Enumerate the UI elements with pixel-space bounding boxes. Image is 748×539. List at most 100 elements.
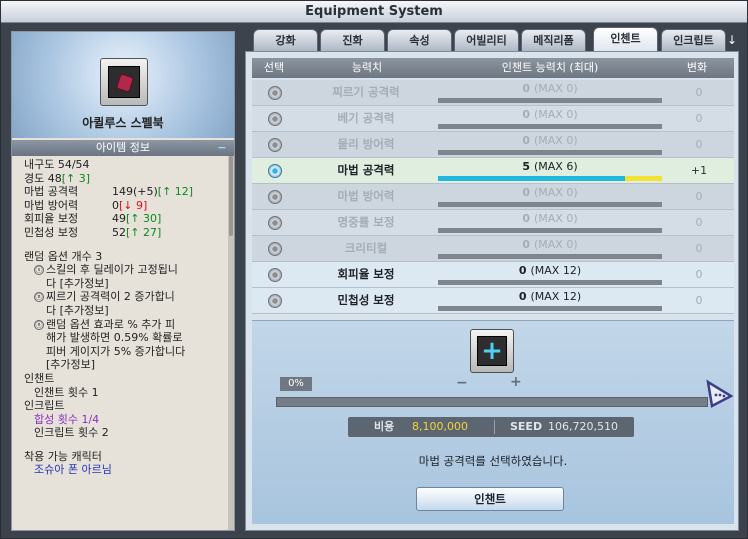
collapse-icon[interactable]: − — [216, 140, 228, 156]
progress-percent: 0% — [280, 377, 312, 391]
random-option-1: ⓢ 스킬의 후 딜레이가 고정됩니 — [34, 263, 178, 277]
random-option-count: 랜덤 옵션 개수 3 — [24, 249, 103, 263]
tab-evolve[interactable]: 진화 — [320, 29, 385, 51]
random-option-2-more[interactable]: 다 [추가정보] — [24, 304, 234, 318]
cost-bar: 비용 8,100,000 SEED 106,720,510 — [348, 417, 634, 437]
ability-row[interactable]: 명중률 보정 0 (MAX 0) 0 — [252, 210, 734, 236]
ability-row[interactable]: 찌르기 공격력 0 (MAX 0) 0 — [252, 80, 734, 106]
ability-bar — [438, 176, 662, 181]
magic-defense-stat: 마법 방어력 0[↓ 9] — [24, 198, 148, 212]
ability-row[interactable]: 물리 방어력 0 (MAX 0) 0 — [252, 132, 734, 158]
random-option-3: ⓝ 랜덤 옵션 효과로 % 추가 피 — [34, 317, 176, 331]
plus-icon: + — [477, 336, 507, 366]
decrease-button[interactable]: − — [456, 375, 468, 391]
enchant-controls: + 0% − + 비용 8,100,000 SEED 106,720,510 마… — [252, 320, 734, 524]
ability-bar — [438, 124, 662, 129]
random-option-1-more[interactable]: 다 [추가정보] — [24, 277, 234, 291]
ability-bar — [438, 228, 662, 233]
item-info-scrollbar[interactable] — [228, 156, 234, 530]
add-material-button[interactable]: + — [470, 329, 514, 373]
status-message: 마법 공격력를 선택하였습니다. — [418, 454, 568, 468]
item-info-panel: 아퀼루스 스펠북 아이템 정보 − 내구도 54/54 경도 48[↑ 3] 마… — [11, 31, 235, 531]
equipment-window: Equipment System 아퀼루스 스펠북 아이템 정보 − 내구도 5… — [0, 0, 748, 539]
ability-radio[interactable] — [268, 112, 282, 126]
item-name: 아퀼루스 스펠북 — [82, 116, 164, 130]
ability-row[interactable]: 민첩성 보정 0 (MAX 12) 0 — [252, 288, 734, 314]
header-ability: 능력치 — [351, 61, 383, 74]
ability-radio[interactable] — [268, 268, 282, 282]
ability-change: 0 — [695, 216, 703, 229]
tab-encrypt[interactable]: 인크립트 — [661, 29, 726, 51]
ability-row[interactable]: 마법 방어력 0 (MAX 0) 0 — [252, 184, 734, 210]
ability-bar — [438, 280, 662, 285]
item-header: 아퀼루스 스펠북 — [12, 32, 234, 138]
ability-name: 마법 방어력 — [337, 189, 395, 203]
ability-change: +1 — [690, 164, 708, 177]
ability-value: 5 (MAX 6) — [522, 160, 578, 173]
ability-name: 회피율 보정 — [337, 267, 395, 281]
ability-name: 크리티컬 — [344, 241, 388, 255]
tab-magic-reform[interactable]: 메직리폼 — [521, 29, 586, 51]
random-option-3-line3: 피버 게이지가 5% 증가합니다 — [46, 344, 186, 358]
tab-bar: 강화 진화 속성 어빌리티 메직리폼 인첸트 인크립트 — [253, 27, 747, 51]
ability-bar — [438, 202, 662, 207]
ability-bar — [438, 98, 662, 103]
ability-value: 0 (MAX 0) — [522, 108, 578, 121]
hardness: 경도 48[↑ 3] — [24, 171, 91, 185]
evasion-stat: 회피율 보정 49[↑ 30] — [24, 212, 162, 226]
header-select: 선택 — [263, 61, 285, 74]
ability-radio[interactable] — [268, 216, 282, 230]
pointer-arrow-icon — [706, 379, 734, 408]
tab-ability[interactable]: 어빌리티 — [454, 29, 519, 51]
tab-enchant[interactable]: 인첸트 — [593, 27, 658, 51]
ability-radio[interactable] — [268, 86, 282, 100]
item-info-header: 아이템 정보 − — [12, 140, 234, 156]
ability-radio[interactable] — [268, 164, 282, 178]
enchant-button[interactable]: 인챈트 — [416, 487, 564, 511]
ability-radio[interactable] — [268, 242, 282, 256]
seed-label: SEED — [510, 420, 543, 433]
enchant-section-title: 인챈트 — [24, 371, 55, 385]
ability-value: 0 (MAX 12) — [518, 264, 582, 277]
ability-name: 찌르기 공격력 — [332, 85, 400, 99]
ability-change: 0 — [695, 268, 703, 281]
ability-name: 마법 공격력 — [337, 163, 395, 177]
increase-button[interactable]: + — [510, 374, 522, 390]
enchant-progress-bar[interactable] — [276, 397, 708, 407]
ability-name: 물리 방어력 — [337, 137, 395, 151]
ability-radio[interactable] — [268, 190, 282, 204]
encrypt-section-title: 인크립트 — [24, 399, 65, 413]
ability-bar — [438, 306, 662, 311]
ability-bar — [438, 150, 662, 155]
item-slot[interactable] — [100, 58, 148, 106]
encrypt-synthesis: 합성 횟수 1/4 — [34, 412, 100, 426]
encrypt-count: 인크립트 횟수 2 — [34, 426, 109, 440]
wearable-characters: 조슈아 폰 아르님 — [34, 463, 112, 477]
ability-change: 0 — [695, 190, 703, 203]
item-info-title: 아이템 정보 — [95, 141, 151, 154]
grid-header: 선택 능력치 인챈트 능력치 (최대) 변화 — [252, 58, 734, 78]
ability-change: 0 — [695, 138, 703, 151]
durability: 내구도 54/54 — [24, 158, 90, 171]
seed-value: 106,720,510 — [548, 420, 618, 433]
ability-name: 명중률 보정 — [337, 215, 395, 229]
ability-value: 0 (MAX 0) — [522, 186, 578, 199]
tab-scroll-arrow-icon[interactable]: ↓ — [727, 30, 741, 50]
agility-stat: 민첩성 보정 52[↑ 27] — [24, 225, 162, 239]
ability-radio[interactable] — [268, 294, 282, 308]
tab-reinforce[interactable]: 강화 — [253, 29, 318, 51]
ability-row[interactable]: 마법 공격력 5 (MAX 6) +1 — [252, 158, 734, 184]
random-option-2: ⓝ 찌르기 공격력이 2 증가합니 — [34, 290, 175, 304]
random-option-3-more[interactable]: [추가정보] — [24, 358, 234, 372]
ability-name: 베기 공격력 — [337, 111, 395, 125]
header-enchant: 인챈트 능력치 (최대) — [501, 61, 599, 74]
ability-change: 0 — [695, 86, 703, 99]
cost-label: 비용 — [374, 420, 395, 433]
ability-radio[interactable] — [268, 138, 282, 152]
ability-row[interactable]: 회피율 보정 0 (MAX 12) 0 — [252, 262, 734, 288]
ability-row[interactable]: 크리티컬 0 (MAX 0) 0 — [252, 236, 734, 262]
ability-row[interactable]: 베기 공격력 0 (MAX 0) 0 — [252, 106, 734, 132]
tab-attribute[interactable]: 속성 — [387, 29, 452, 51]
enchant-panel: 선택 능력치 인챈트 능력치 (최대) 변화 찌르기 공격력 0 (MAX 0) 0 베… — [245, 51, 739, 531]
window-title: Equipment System — [1, 1, 747, 23]
